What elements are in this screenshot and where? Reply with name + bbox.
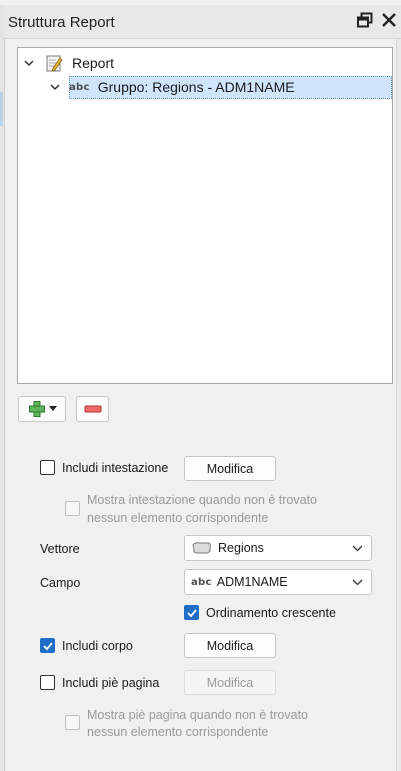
text-field-icon: abc xyxy=(69,81,90,93)
sort-ascending-label: Ordinamento crescente xyxy=(206,606,336,620)
left-tab-indicator xyxy=(0,92,3,126)
tree-item-report[interactable]: Report xyxy=(22,51,114,75)
tree-item-label: Gruppo: Regions - ADM1NAME xyxy=(97,79,295,95)
field-combobox[interactable]: abc ADM1NAME xyxy=(184,569,372,595)
checkmark-icon xyxy=(43,642,53,651)
edit-body-button[interactable]: Modifica xyxy=(184,633,276,658)
edit-footer-button[interactable]: Modifica xyxy=(184,670,276,695)
field-value: ADM1NAME xyxy=(216,575,288,589)
chevron-down-icon xyxy=(352,579,363,586)
report-icon xyxy=(46,55,63,72)
show-footer-when-empty-checkbox[interactable] xyxy=(65,715,80,730)
remove-section-button[interactable] xyxy=(76,396,109,422)
chevron-down-icon xyxy=(352,545,363,552)
edit-header-button[interactable]: Modifica xyxy=(184,456,276,481)
show-footer-when-empty-label-line2: nessun elemento corrispondente xyxy=(87,725,269,739)
close-panel-button[interactable] xyxy=(380,11,398,29)
add-icon xyxy=(28,401,45,417)
add-section-button[interactable] xyxy=(18,396,66,422)
include-header-label: Includi intestazione xyxy=(62,461,169,475)
undock-icon xyxy=(357,12,373,28)
dropdown-arrow-icon xyxy=(48,406,57,411)
chevron-down-icon[interactable] xyxy=(22,56,36,70)
sort-ascending-checkbox[interactable] xyxy=(184,605,199,620)
tree-item-group[interactable]: abc Gruppo: Regions - ADM1NAME xyxy=(48,75,295,99)
chevron-down-icon[interactable] xyxy=(48,80,62,94)
include-header-checkbox[interactable] xyxy=(40,460,55,475)
remove-icon xyxy=(84,405,101,413)
show-header-when-empty-label-line1: Mostra intestazione quando non è trovato xyxy=(87,493,318,507)
include-body-label: Includi corpo xyxy=(62,639,133,653)
text-field-icon: abc xyxy=(191,576,212,588)
panel-title: Struttura Report xyxy=(8,14,115,31)
report-structure-tree[interactable]: Report abc Gruppo: Regions - ADM1NAME xyxy=(17,47,393,384)
show-header-when-empty-checkbox[interactable] xyxy=(65,501,80,516)
polygon-layer-icon xyxy=(192,542,211,554)
field-label: Campo xyxy=(40,576,81,590)
vertical-scrollbar[interactable] xyxy=(396,38,401,771)
tree-item-label: Report xyxy=(72,55,115,71)
include-body-checkbox[interactable] xyxy=(40,638,55,653)
show-header-when-empty-label-line2: nessun elemento corrispondente xyxy=(87,511,269,525)
layer-value: Regions xyxy=(218,541,264,555)
float-panel-button[interactable] xyxy=(356,11,374,29)
include-footer-label: Includi piè pagina xyxy=(62,676,160,690)
show-footer-when-empty-label-line1: Mostra piè pagina quando non è trovato xyxy=(87,708,308,722)
checkmark-icon xyxy=(187,609,197,618)
include-footer-checkbox[interactable] xyxy=(40,675,55,690)
layer-label: Vettore xyxy=(40,542,80,556)
layer-combobox[interactable]: Regions xyxy=(184,535,372,561)
close-icon xyxy=(382,13,396,27)
